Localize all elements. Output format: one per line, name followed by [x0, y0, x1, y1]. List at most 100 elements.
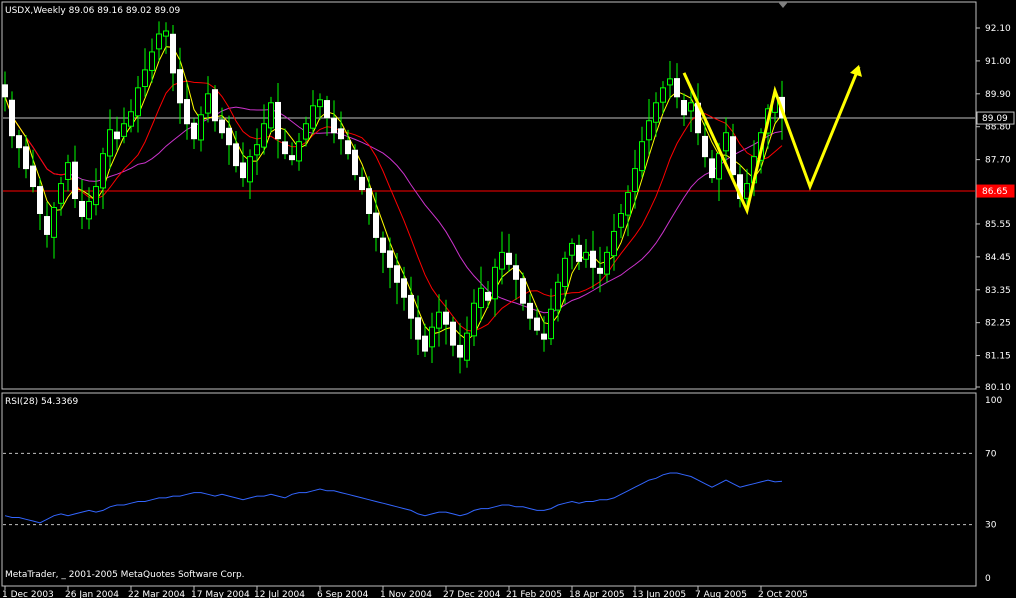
rsi-tick-label: 30 [985, 521, 997, 531]
bull-candle [317, 99, 323, 108]
bull-candle [716, 153, 722, 180]
rsi-tick-label: 100 [985, 396, 1002, 406]
bull-candle [688, 102, 694, 112]
bear-candle [324, 100, 330, 119]
bear-candle [485, 291, 491, 301]
price-tick-label: 85.55 [985, 220, 1011, 230]
copyright-text: MetaTrader, _ 2001-2005 MetaQuotes Softw… [5, 570, 245, 580]
bear-candle [9, 99, 15, 137]
bear-candle [709, 158, 715, 179]
date-label: 26 Jan 2004 [65, 590, 119, 598]
date-label: 17 May 2004 [191, 590, 250, 598]
bull-candle [625, 192, 631, 216]
bear-candle [597, 267, 603, 274]
bull-candle [93, 186, 99, 206]
bear-candle [590, 250, 596, 268]
bear-candle [422, 335, 428, 352]
date-label: 27 Dec 2004 [443, 590, 501, 598]
rsi-tick-label: 0 [985, 574, 991, 584]
bull-candle [555, 281, 561, 311]
bear-candle [681, 100, 687, 116]
bull-candle [492, 266, 498, 300]
date-label: 2 Oct 2005 [758, 590, 808, 598]
date-label: 22 Mar 2004 [128, 590, 185, 598]
price-tick-label: 84.45 [985, 253, 1011, 263]
bear-candle [366, 188, 372, 214]
bear-candle [2, 84, 8, 98]
main-panel-frame [1, 1, 977, 390]
rsi-line [4, 472, 783, 524]
date-label: 21 Feb 2005 [506, 590, 562, 598]
bull-candle [611, 230, 617, 257]
bear-candle [401, 278, 407, 298]
bear-candle [79, 200, 85, 217]
bull-candle [660, 87, 666, 103]
bear-candle [338, 128, 344, 140]
bull-candle [107, 129, 113, 157]
bull-candle [646, 120, 652, 141]
bear-candle [730, 136, 736, 176]
bear-candle [450, 321, 456, 346]
rsi-series [4, 472, 783, 524]
bull-candle [471, 302, 477, 337]
bear-candle [387, 250, 393, 268]
bull-candle [135, 87, 141, 117]
horizontal-levels[interactable] [3, 117, 975, 192]
price-chart[interactable]: USDX,Weekly 89.06 89.16 89.02 89.09 RSI(… [0, 0, 1016, 598]
date-axis: 1 Dec 2003 26 Jan 2004 22 Mar 2004 17 May 2… [2, 586, 808, 598]
price-tick-label: 81.15 [985, 352, 1011, 362]
bull-candle [744, 183, 750, 199]
bear-candle [457, 344, 463, 358]
bull-candle [205, 93, 211, 114]
bear-candle [184, 99, 190, 125]
price-axis: 92.1091.0089.9088.8087.7086.6585.5584.45… [976, 24, 1011, 393]
bear-candle [408, 294, 414, 319]
forecast-annotation[interactable] [682, 64, 862, 216]
bull-candle [569, 242, 575, 256]
rsi-panel-frame [1, 392, 977, 587]
bear-candle [513, 265, 519, 280]
bull-candle [296, 141, 302, 162]
bear-candle [226, 127, 232, 146]
date-label: 12 Jul 2004 [254, 590, 305, 598]
bear-candle [170, 33, 176, 74]
bear-candle [44, 216, 50, 235]
current-price-tag: 89.09 [982, 114, 1008, 124]
date-label: 13 Jun 2005 [632, 590, 686, 598]
bull-candle [667, 78, 673, 86]
bear-candle [191, 122, 197, 140]
bear-candle [16, 135, 22, 149]
bull-candle [86, 201, 92, 220]
bull-candle [65, 162, 71, 180]
bear-candle [380, 237, 386, 253]
bear-candle [72, 161, 78, 200]
bear-candle [541, 333, 547, 340]
bear-candle [576, 244, 582, 262]
bear-candle [373, 212, 379, 238]
price-tick-label: 83.35 [985, 286, 1011, 296]
chart-shift-marker-icon[interactable] [778, 2, 788, 8]
bull-candle [121, 123, 127, 137]
bull-candle [562, 257, 568, 287]
bear-candle [240, 162, 246, 179]
bull-candle [436, 311, 442, 329]
price-tick-label: 89.90 [985, 90, 1011, 100]
bull-candle [149, 51, 155, 71]
bear-candle [37, 186, 43, 214]
bull-candle [303, 123, 309, 140]
level-price-tag: 86.65 [982, 187, 1008, 197]
bull-candle [198, 114, 204, 141]
bear-candle [212, 89, 218, 122]
bull-candle [583, 251, 589, 260]
date-label: 18 Apr 2005 [569, 590, 625, 598]
candles [2, 21, 785, 374]
bear-candle [282, 141, 288, 155]
price-tick-label: 92.10 [985, 24, 1011, 34]
bear-candle [114, 131, 120, 140]
bear-candle [534, 317, 540, 331]
bull-candle [128, 111, 134, 127]
bear-candle [345, 140, 351, 155]
date-label: 1 Dec 2003 [2, 590, 54, 598]
bear-candle [275, 101, 281, 140]
bull-candle [268, 102, 274, 129]
